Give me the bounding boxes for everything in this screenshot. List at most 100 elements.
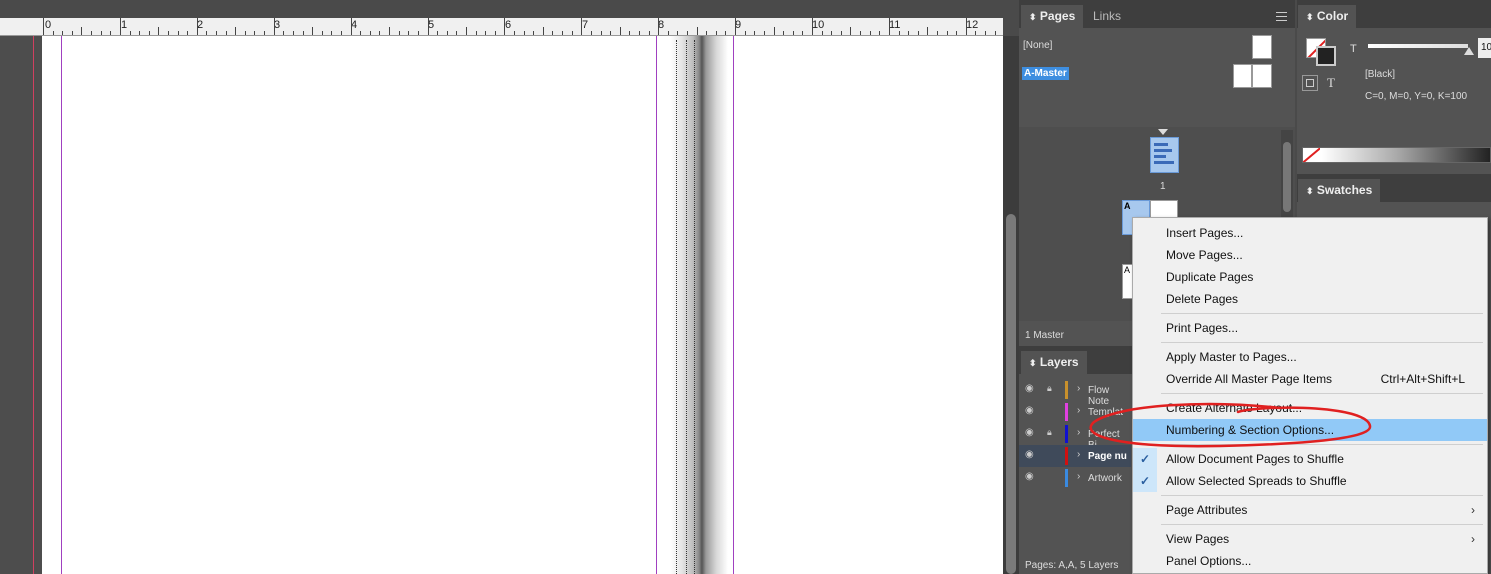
tab-links[interactable]: Links — [1085, 5, 1129, 28]
menu-item-duplicate-pages[interactable]: Duplicate Pages — [1133, 266, 1487, 288]
expand-chevron-icon[interactable]: › — [1077, 471, 1080, 482]
tab-pages[interactable]: ⬍ Pages — [1021, 5, 1084, 28]
tint-value-field[interactable]: 10 — [1478, 38, 1491, 58]
ruler-tick — [995, 31, 996, 35]
ruler-tick — [716, 31, 717, 35]
stroke-swatch-icon[interactable] — [1316, 46, 1336, 66]
ruler-tick — [908, 31, 909, 35]
ruler-tick — [341, 31, 342, 35]
ruler-tick — [850, 27, 851, 35]
menu-item-override-master-items[interactable]: Override All Master Page Items Ctrl+Alt+… — [1133, 368, 1487, 390]
ruler-tick — [149, 31, 150, 35]
ruler-tick — [72, 31, 73, 35]
expand-chevron-icon[interactable]: › — [1077, 383, 1080, 394]
page-1-number: 1 — [1160, 181, 1166, 192]
ruler-tick — [899, 31, 900, 35]
ruler-tick — [312, 27, 313, 35]
tint-slider-handle[interactable] — [1464, 47, 1474, 55]
ruler-tick — [283, 31, 284, 35]
tab-layers[interactable]: ⬍ Layers — [1021, 351, 1087, 374]
color-values: C=0, M=0, Y=0, K=100 — [1365, 91, 1468, 102]
ruler-tick — [53, 31, 54, 35]
color-ramp[interactable] — [1302, 147, 1491, 163]
tab-color-label: Color — [1316, 9, 1349, 23]
lock-icon[interactable]: 🔒︎ — [1047, 383, 1052, 394]
eye-icon[interactable]: ◉ — [1025, 383, 1034, 394]
tab-color[interactable]: ⬍ Color — [1298, 5, 1357, 28]
master-a-left-thumb[interactable] — [1233, 64, 1252, 88]
ruler-label-10: 10 — [812, 19, 825, 31]
ruler-tick — [399, 31, 400, 35]
ruler-tick — [889, 18, 890, 35]
ruler-tick — [706, 31, 707, 35]
horizontal-ruler[interactable]: 0 1 2 3 4 5 6 7 8 9 10 11 12 — [0, 18, 1003, 36]
master-letter: A — [1124, 201, 1131, 211]
master-none[interactable]: [None] — [1023, 40, 1052, 51]
layer-color — [1065, 469, 1068, 487]
menu-item-print-pages[interactable]: Print Pages... — [1133, 317, 1487, 339]
margin-guide-left — [61, 36, 62, 574]
ruler-tick — [793, 31, 794, 35]
master-a[interactable]: A-Master — [1022, 67, 1069, 80]
master-a-right-thumb[interactable] — [1252, 64, 1272, 88]
ruler-tick — [456, 31, 457, 35]
menu-item-view-pages[interactable]: View Pages › — [1133, 528, 1487, 550]
panel-menu-icon[interactable] — [1276, 12, 1287, 21]
layer-row[interactable]: ◉ › Artwork — [1019, 467, 1131, 489]
ruler-tick — [81, 27, 82, 35]
eye-icon[interactable]: ◉ — [1025, 427, 1034, 438]
document-page[interactable] — [42, 36, 1003, 574]
ruler-tick — [668, 31, 669, 35]
ruler-tick — [629, 31, 630, 35]
page-1-thumb[interactable] — [1150, 137, 1179, 173]
ruler-tick — [110, 31, 111, 35]
ruler-tick — [591, 31, 592, 35]
ruler-tick — [687, 31, 688, 35]
ruler-tick — [870, 31, 871, 35]
ruler-tick — [303, 31, 304, 35]
ruler-tick — [745, 31, 746, 35]
ruler-tick — [543, 27, 544, 35]
dotted-guide — [694, 40, 695, 574]
ruler-tick — [879, 31, 880, 35]
layer-name: Artwork — [1088, 473, 1122, 484]
menu-item-apply-master[interactable]: Apply Master to Pages... — [1133, 346, 1487, 368]
ruler-tick — [956, 31, 957, 35]
menu-item-page-attributes[interactable]: Page Attributes › — [1133, 499, 1487, 521]
ruler-tick — [428, 18, 429, 35]
menu-item-move-pages[interactable]: Move Pages... — [1133, 244, 1487, 266]
tab-swatches[interactable]: ⬍ Swatches — [1298, 179, 1381, 202]
ruler-tick — [418, 31, 419, 35]
checkmark-icon: ✓ — [1133, 470, 1157, 492]
ruler-tick — [985, 31, 986, 35]
ruler-tick — [91, 31, 92, 35]
ruler-tick — [62, 31, 63, 35]
formatting-container-icon[interactable] — [1302, 75, 1318, 91]
menu-item-allow-spreads-shuffle[interactable]: ✓ Allow Selected Spreads to Shuffle — [1133, 470, 1487, 492]
lock-icon[interactable]: 🔒︎ — [1047, 427, 1052, 438]
menu-item-insert-pages[interactable]: Insert Pages... — [1133, 222, 1487, 244]
ruler-tick — [552, 31, 553, 35]
layer-color — [1065, 403, 1068, 421]
ruler-tick — [476, 31, 477, 35]
master-letter: A — [1124, 265, 1131, 275]
formatting-text-icon[interactable]: T — [1327, 75, 1335, 91]
ruler-label-7: 7 — [582, 19, 589, 31]
ruler-tick — [408, 31, 409, 35]
annotation-ellipse — [1089, 402, 1372, 448]
ruler-tick — [187, 31, 188, 35]
tint-slider[interactable] — [1368, 44, 1468, 48]
scrollbar-thumb[interactable] — [1006, 214, 1016, 574]
eye-icon[interactable]: ◉ — [1025, 405, 1034, 416]
ruler-tick — [331, 31, 332, 35]
ruler-tick — [966, 18, 967, 35]
menu-item-delete-pages[interactable]: Delete Pages — [1133, 288, 1487, 310]
eye-icon[interactable]: ◉ — [1025, 471, 1034, 482]
ruler-label-12: 12 — [966, 19, 979, 31]
ruler-tick — [562, 31, 563, 35]
pages-scroll-thumb[interactable] — [1283, 142, 1291, 212]
ruler-tick — [697, 27, 698, 35]
eye-icon[interactable]: ◉ — [1025, 449, 1034, 460]
master-none-thumb[interactable] — [1252, 35, 1272, 59]
menu-item-panel-options[interactable]: Panel Options... — [1133, 550, 1487, 572]
